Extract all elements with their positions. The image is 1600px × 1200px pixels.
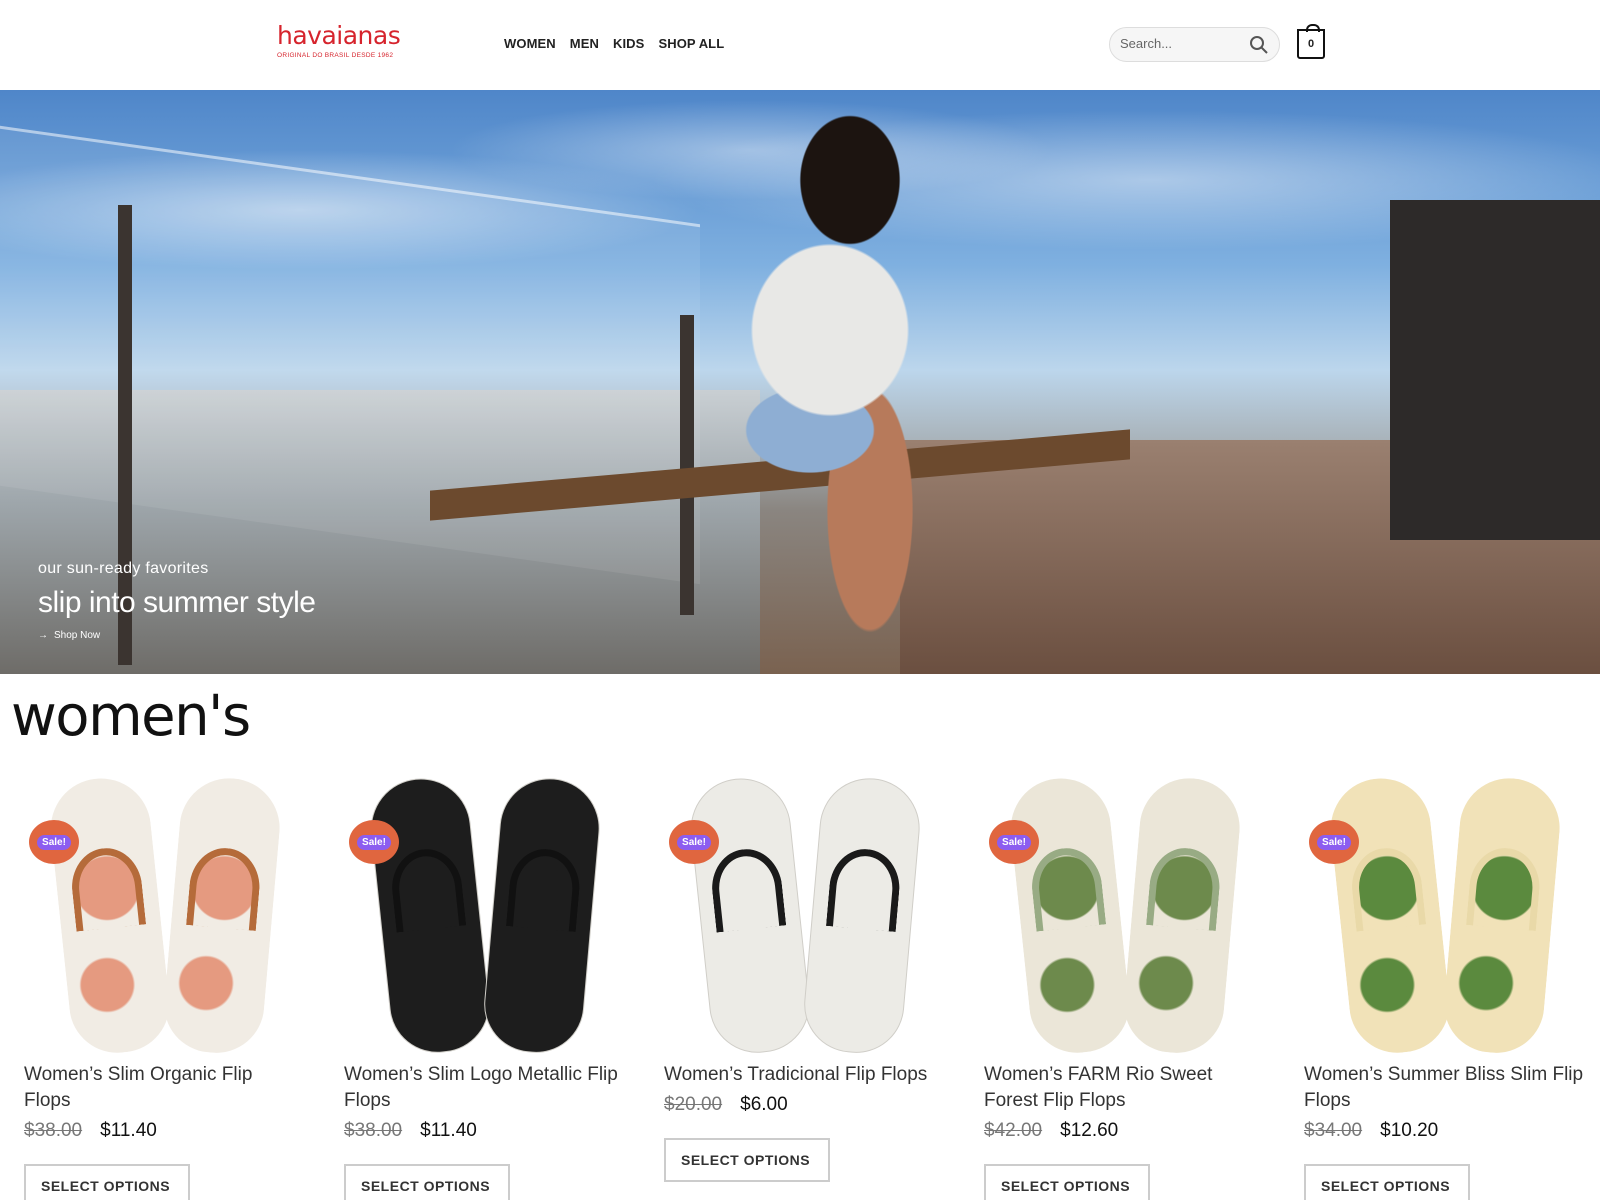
sandal-strap [186,845,263,932]
select-options-button[interactable]: SELECT OPTIONS [24,1164,190,1200]
select-options-button[interactable]: SELECT OPTIONS [1304,1164,1470,1200]
product-price: $34.00 $10.20 [1304,1120,1584,1142]
sandal-right [480,774,604,1057]
search-box [1109,27,1280,62]
product-name[interactable]: Women’s Summer Bliss Slim Flip Flops [1304,1062,1584,1114]
sale-badge-label: Sale! [357,834,391,850]
product-image[interactable]: Sale! [984,770,1264,1060]
sale-badge: Sale! [669,820,719,864]
product-price: $38.00 $11.40 [24,1120,304,1142]
sandal-right [800,774,924,1057]
hero-model-photo [700,90,1000,674]
product-image[interactable]: Sale! [344,770,624,1060]
sandal-strap [1466,845,1543,932]
shop-now-label: Shop Now [54,630,101,641]
shop-now-link[interactable]: → Shop Now [38,630,315,641]
nav-women[interactable]: WOMEN [504,36,556,51]
sale-price: $12.60 [1060,1120,1119,1141]
sandal-strap [1146,845,1223,932]
nav-kids[interactable]: KIDS [613,36,644,51]
sandal-strap [68,844,147,932]
sale-badge: Sale! [1309,820,1359,864]
site-header: havaianas ORIGINAL DO BRASIL DESDE 1962 … [0,0,1600,90]
product-card[interactable]: Sale! Women’s FARM Rio Sweet Forest Flip… [984,770,1264,1200]
sandal-strap [1348,844,1427,932]
original-price: $38.00 [344,1120,403,1141]
section-title: women's [11,684,251,749]
hero-building [1390,200,1600,540]
select-options-button[interactable]: SELECT OPTIONS [344,1164,510,1200]
cart-count: 0 [1307,38,1315,50]
sandal-strap [388,845,467,933]
sale-badge-label: Sale! [37,834,71,850]
product-image[interactable]: Sale! [1304,770,1584,1060]
sale-badge: Sale! [989,820,1039,864]
product-card[interactable]: Sale! Women’s Slim Logo Metallic Flip Fl… [344,770,624,1200]
hero-subtitle: our sun-ready favorites [38,560,209,577]
sandal-right [1120,774,1244,1057]
hero-banner: our sun-ready favorites slip into summer… [0,90,1600,674]
hero-caption: our sun-ready favorites slip into summer… [38,560,316,641]
sandal-left [1005,773,1135,1058]
sale-price: $11.40 [420,1120,477,1141]
arrow-right-icon: → [38,630,48,641]
search-icon[interactable] [1249,35,1269,55]
original-price: $34.00 [1304,1120,1363,1141]
cart-button[interactable]: 0 [1297,24,1325,59]
sandal-left [1325,773,1455,1058]
sandal-right [160,774,284,1057]
product-price: $38.00 $11.40 [344,1120,624,1142]
product-name[interactable]: Women’s FARM Rio Sweet Forest Flip Flops [984,1062,1264,1114]
original-price: $42.00 [984,1120,1043,1141]
main-nav: WOMEN MEN KIDS SHOP ALL [504,36,724,51]
product-card[interactable]: Sale! Women’s Summer Bliss Slim Flip Flo… [1304,770,1584,1200]
select-options-button[interactable]: SELECT OPTIONS [664,1138,830,1182]
sandal-right [1440,774,1564,1057]
sale-badge-label: Sale! [677,834,711,850]
product-price: $20.00 $6.00 [664,1094,944,1116]
product-price: $42.00 $12.60 [984,1120,1264,1142]
sale-price: $11.40 [100,1120,157,1141]
sale-badge: Sale! [349,820,399,864]
sale-badge: Sale! [29,820,79,864]
sale-badge-label: Sale! [997,834,1031,850]
sandal-left [685,773,815,1058]
nav-shop-all[interactable]: SHOP ALL [658,36,724,51]
sandal-strap [708,845,787,933]
product-card[interactable]: Sale! Women’s Tradicional Flip Flops $20… [664,770,944,1200]
product-name[interactable]: Women’s Tradicional Flip Flops [664,1062,944,1088]
sandal-strap [825,846,903,932]
product-grid: Sale! Women’s Slim Organic Flip Flops $3… [24,770,1584,1200]
sandal-strap [505,846,583,932]
hero-title: slip into summer style [38,586,316,619]
original-price: $20.00 [664,1094,723,1115]
product-image[interactable]: Sale! [664,770,944,1060]
sandal-left [45,773,175,1058]
sale-badge-label: Sale! [1317,834,1351,850]
logo-tagline: ORIGINAL DO BRASIL DESDE 1962 [277,52,394,59]
product-image[interactable]: Sale! [24,770,304,1060]
havaianas-logo[interactable]: havaianas ORIGINAL DO BRASIL DESDE 1962 [277,22,402,64]
product-card[interactable]: Sale! Women’s Slim Organic Flip Flops $3… [24,770,304,1200]
hero-railing-post [680,315,694,615]
original-price: $38.00 [24,1120,83,1141]
product-name[interactable]: Women’s Slim Logo Metallic Flip Flops [344,1062,624,1114]
nav-men[interactable]: MEN [570,36,599,51]
search-input[interactable] [1120,36,1240,51]
logo-wordmark: havaianas [277,21,401,50]
sale-price: $6.00 [740,1094,788,1115]
product-name[interactable]: Women’s Slim Organic Flip Flops [24,1062,304,1114]
sandal-strap [1028,844,1107,932]
sandal-left [365,773,495,1058]
sale-price: $10.20 [1380,1120,1439,1141]
select-options-button[interactable]: SELECT OPTIONS [984,1164,1150,1200]
